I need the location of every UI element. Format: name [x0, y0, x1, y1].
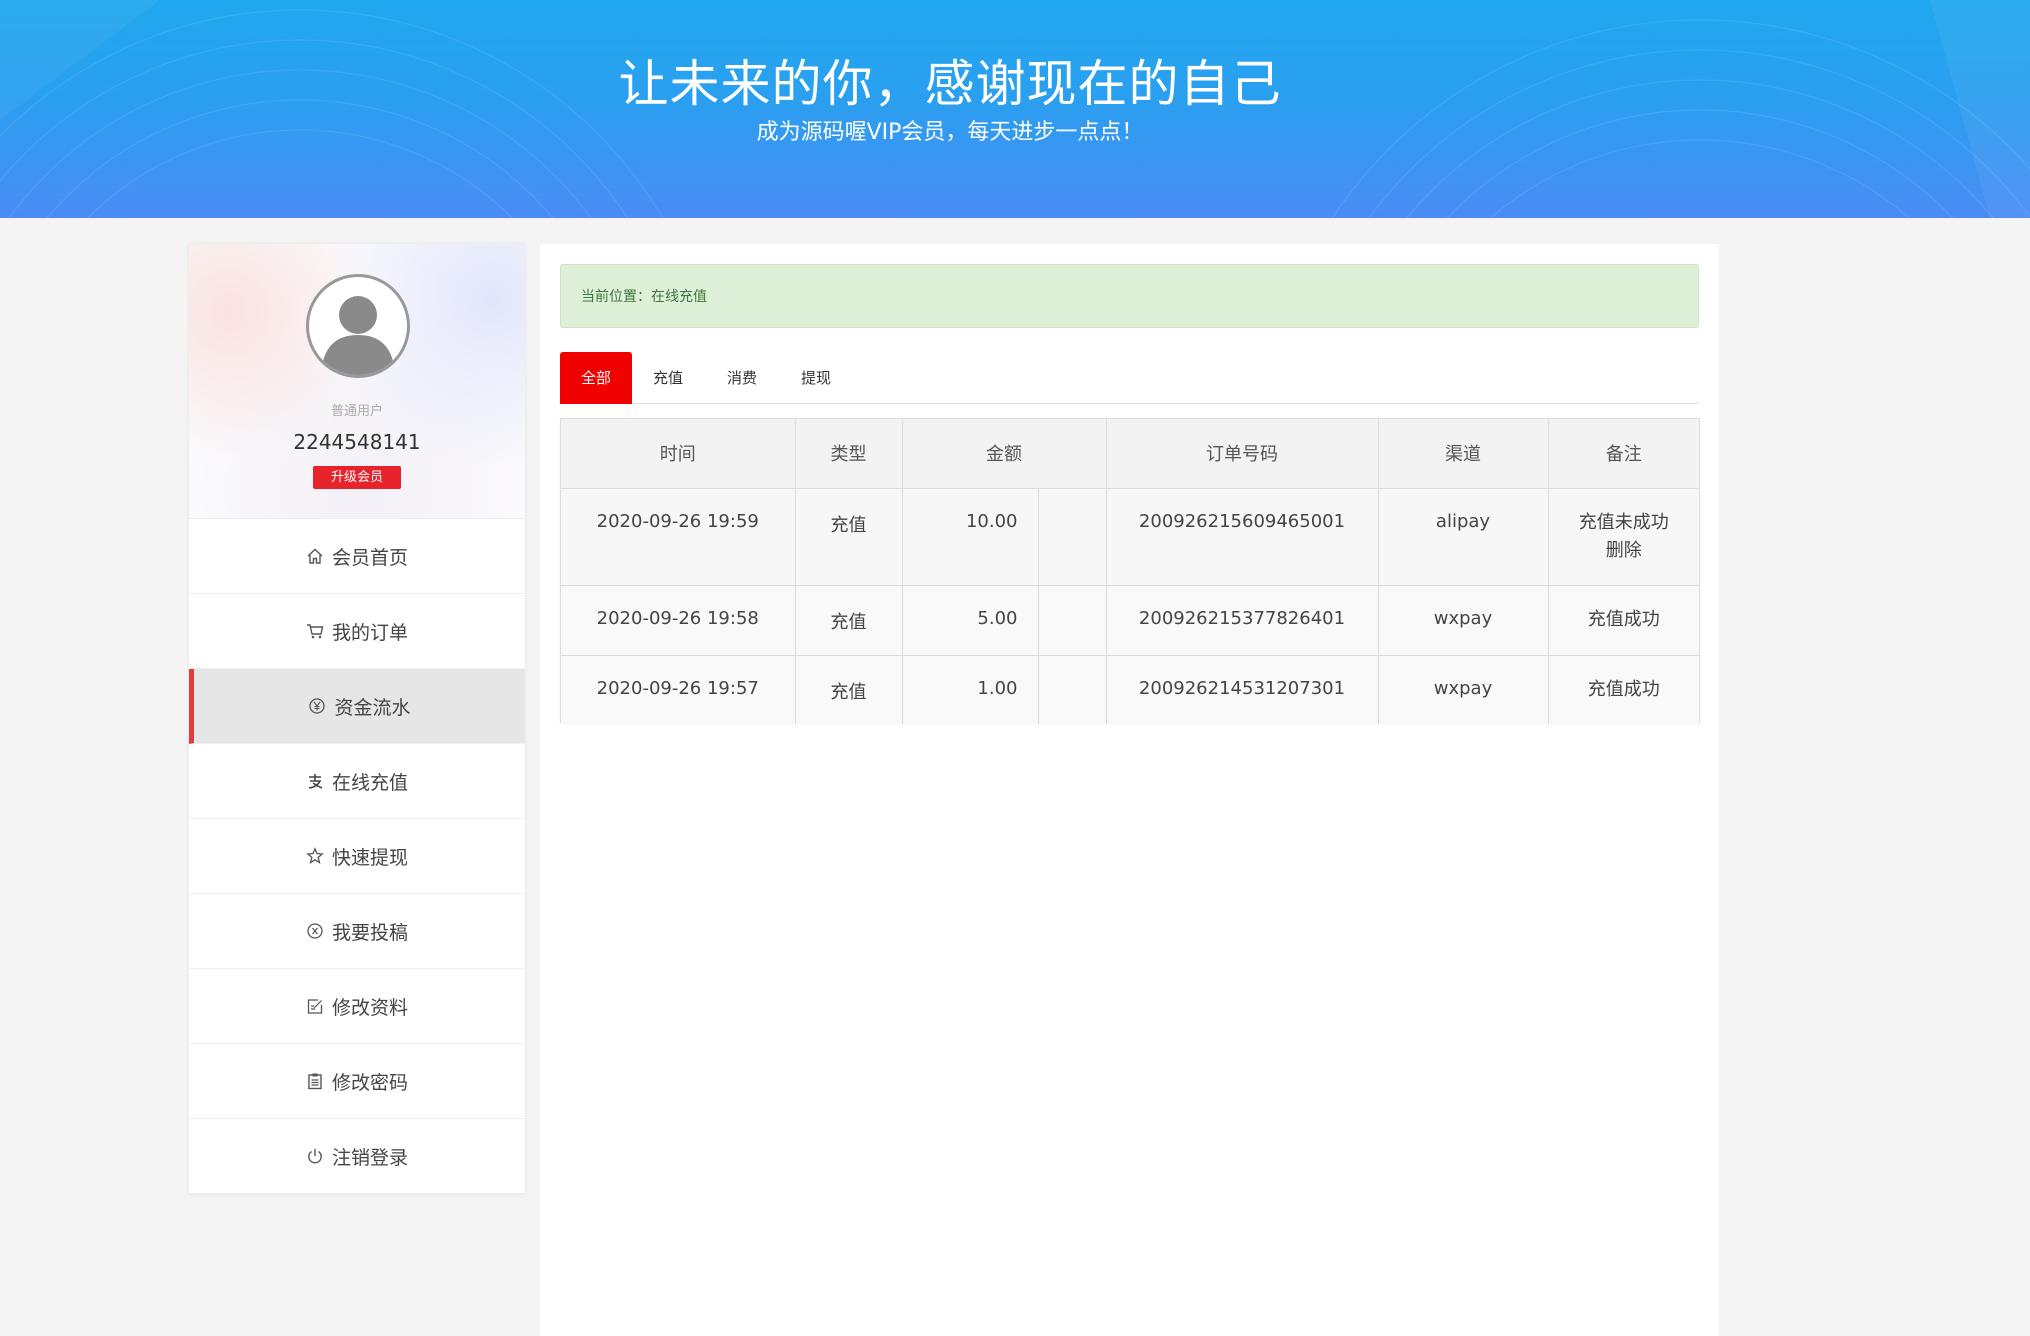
tab-all[interactable]: 全部: [560, 352, 632, 404]
table-row: 2020-09-26 19:59 充值 10.00 20092621560946…: [561, 488, 1700, 586]
cell-amount: 10.00: [902, 488, 1039, 586]
fund-flow-table-container: 时间 类型 金额 订单号码 渠道 备注 2020-09-26 19:59 充值 …: [560, 418, 1700, 724]
cart-icon: [306, 622, 324, 640]
sidebar-item-logout[interactable]: 注销登录: [189, 1119, 525, 1194]
user-sidebar: 普通用户 2244548141 升级会员 会员首页 我的订单 资金流水 在线充值…: [189, 244, 525, 1194]
cell-channel: wxpay: [1378, 585, 1549, 656]
filter-tabs: 全部 充值 消费 提现: [560, 352, 1699, 404]
edit-icon: [306, 997, 324, 1015]
sidebar-item-label: 资金流水: [334, 696, 411, 719]
sidebar-item-orders[interactable]: 我的订单: [189, 594, 525, 669]
sidebar-item-label: 我的订单: [331, 621, 408, 644]
column-header-time: 时间: [561, 419, 796, 489]
cell-note: 充值未成功 删除: [1548, 488, 1700, 586]
sidebar-item-change-password[interactable]: 修改密码: [189, 1044, 525, 1119]
cell-channel: wxpay: [1378, 655, 1549, 724]
cell-order: 200926215377826401: [1106, 585, 1379, 656]
table-row: 2020-09-26 19:57 充值 1.00 200926214531207…: [561, 655, 1699, 724]
sidebar-item-submit[interactable]: 我要投稿: [189, 894, 525, 969]
sidebar-item-fund-flow[interactable]: 资金流水: [189, 669, 525, 744]
tab-withdraw[interactable]: 提现: [786, 352, 846, 404]
sidebar-item-label: 在线充值: [331, 771, 408, 794]
top-banner: 让未来的你，感谢现在的自己 成为源码喔VIP会员，每天进步一点点！: [0, 0, 2030, 218]
tab-recharge[interactable]: 充值: [638, 352, 698, 404]
user-role-label: 普通用户: [330, 404, 383, 419]
coin-icon: [306, 922, 324, 940]
sidebar-item-label: 会员首页: [331, 546, 408, 569]
cell-time: 2020-09-26 19:59: [561, 488, 796, 586]
table-header-row: 时间 类型 金额 订单号码 渠道 备注: [561, 419, 1699, 489]
cell-empty: [1038, 585, 1107, 656]
cell-channel: alipay: [1378, 488, 1549, 586]
clipboard-icon: [306, 1072, 324, 1090]
user-silhouette-icon: [321, 296, 395, 375]
sidebar-item-label: 我要投稿: [331, 921, 408, 944]
breadcrumb: 当前位置：在线充值: [560, 264, 1699, 328]
column-header-channel: 渠道: [1378, 419, 1549, 489]
cell-time: 2020-09-26 19:57: [561, 655, 796, 724]
sidebar-item-home[interactable]: 会员首页: [189, 519, 525, 594]
profile-card: 普通用户 2244548141 升级会员: [189, 244, 525, 519]
note-text: 充值成功: [1587, 678, 1660, 700]
sidebar-item-label: 修改密码: [331, 1071, 408, 1094]
sidebar-item-label: 修改资料: [331, 996, 408, 1019]
cell-note: 充值成功: [1548, 655, 1699, 724]
home-icon: [306, 547, 324, 565]
column-header-note: 备注: [1548, 419, 1699, 489]
column-header-amount: 金额: [902, 419, 1107, 489]
cell-order: 200926215609465001: [1106, 488, 1379, 586]
star-icon: [306, 847, 324, 865]
cell-type: 充值: [795, 655, 903, 724]
sidebar-item-label: 注销登录: [331, 1146, 408, 1169]
note-text: 充值成功: [1587, 608, 1660, 630]
cell-amount: 5.00: [902, 585, 1039, 656]
sidebar-item-edit-profile[interactable]: 修改资料: [189, 969, 525, 1044]
sidebar-item-label: 快速提现: [331, 846, 408, 869]
sidebar-item-recharge[interactable]: 在线充值: [189, 744, 525, 819]
cell-type: 充值: [795, 585, 903, 656]
cell-type: 充值: [795, 488, 903, 586]
note-text: 充值未成功: [1578, 511, 1669, 533]
upgrade-member-button[interactable]: 升级会员: [313, 466, 401, 489]
cell-amount: 1.00: [902, 655, 1039, 724]
tab-consume[interactable]: 消费: [712, 352, 772, 404]
alipay-icon: [306, 772, 324, 790]
cell-empty: [1038, 488, 1107, 586]
fund-flow-table: 时间 类型 金额 订单号码 渠道 备注 2020-09-26 19:59 充值 …: [561, 419, 1699, 724]
cell-time: 2020-09-26 19:58: [561, 585, 796, 656]
main-panel: 当前位置：在线充值 全部 充值 消费 提现 时间 类型 金额 订单号码 渠道 备…: [540, 244, 1719, 1336]
cell-empty: [1038, 655, 1107, 724]
delete-link[interactable]: 删除: [1549, 537, 1700, 565]
column-header-order: 订单号码: [1106, 419, 1379, 489]
yen-circle-icon: [308, 697, 326, 715]
avatar[interactable]: [306, 274, 410, 378]
banner-title: 让未来的你，感谢现在的自己: [618, 55, 1282, 113]
banner-subtitle: 成为源码喔VIP会员，每天进步一点点！: [756, 120, 1144, 145]
column-header-type: 类型: [795, 419, 903, 489]
sidebar-item-withdraw[interactable]: 快速提现: [189, 819, 525, 894]
user-id: 2244548141: [293, 430, 421, 454]
cell-note: 充值成功: [1548, 585, 1699, 656]
cell-order: 200926214531207301: [1106, 655, 1379, 724]
table-row: 2020-09-26 19:58 充值 5.00 200926215377826…: [561, 585, 1699, 656]
power-icon: [306, 1147, 324, 1165]
